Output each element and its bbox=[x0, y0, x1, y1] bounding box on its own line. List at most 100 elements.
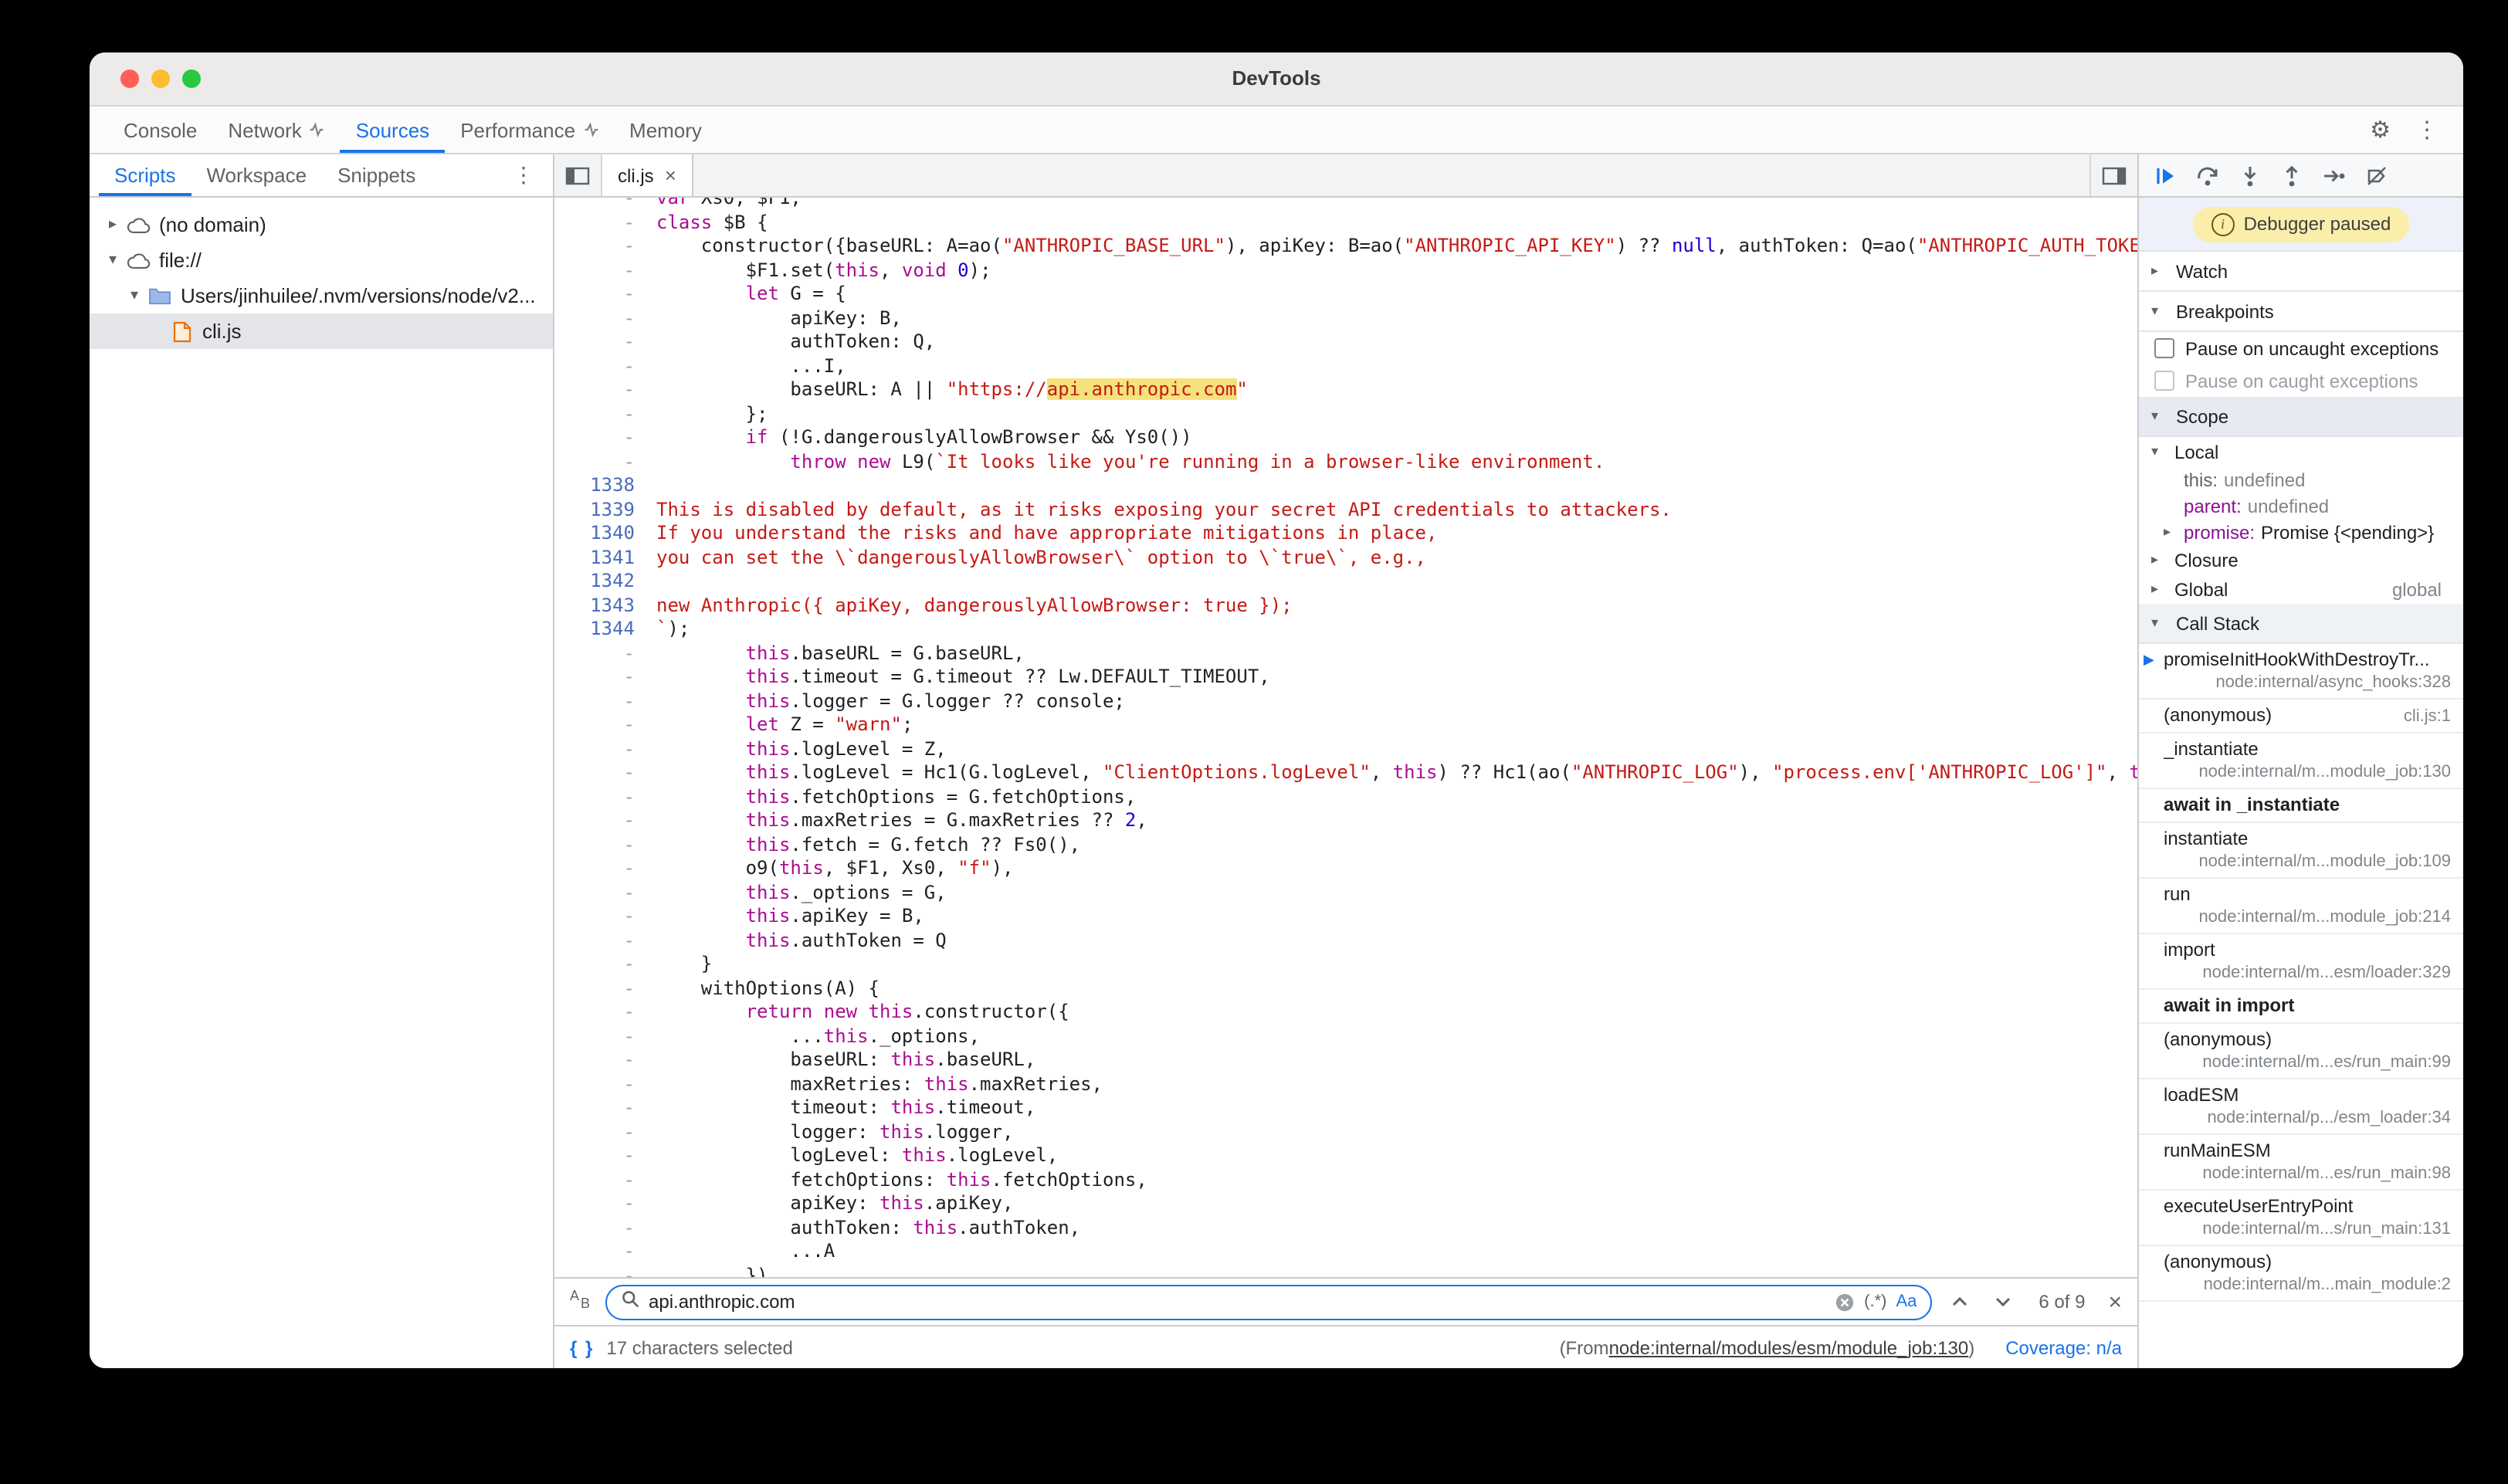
line-gutter[interactable]: - bbox=[554, 378, 656, 402]
navigator-tab-snippets[interactable]: Snippets bbox=[322, 154, 431, 196]
navigator-tab-scripts[interactable]: Scripts bbox=[99, 154, 191, 196]
code-line[interactable]: - this.apiKey = B, bbox=[554, 905, 2137, 929]
code-line[interactable]: 1338 bbox=[554, 474, 2137, 498]
code-line[interactable]: - return new this.constructor({ bbox=[554, 1001, 2137, 1025]
code-line[interactable]: - ...A bbox=[554, 1240, 2137, 1264]
line-gutter[interactable]: - bbox=[554, 354, 656, 378]
tree-item[interactable]: ▾Users/jinhuilee/.nvm/versions/node/v2..… bbox=[90, 278, 553, 313]
call-stack-frame[interactable]: executeUserEntryPointnode:internal/m...s… bbox=[2139, 1191, 2463, 1246]
line-gutter[interactable]: - bbox=[554, 1264, 656, 1277]
code-line[interactable]: - baseURL: this.baseURL, bbox=[554, 1049, 2137, 1072]
line-gutter[interactable]: - bbox=[554, 642, 656, 666]
code-line[interactable]: 1342 bbox=[554, 570, 2137, 594]
line-gutter[interactable]: 1343 bbox=[554, 594, 656, 618]
line-gutter[interactable]: 1341 bbox=[554, 546, 656, 570]
regex-toggle[interactable]: (.*) bbox=[1864, 1293, 1886, 1311]
line-gutter[interactable]: - bbox=[554, 953, 656, 977]
close-window-button[interactable] bbox=[120, 69, 139, 88]
settings-icon[interactable]: ⚙ bbox=[2370, 118, 2391, 141]
deactivate-breakpoints-button[interactable] bbox=[2366, 164, 2388, 186]
code-line[interactable]: 1341you can set the \`dangerouslyAllowBr… bbox=[554, 546, 2137, 570]
line-gutter[interactable]: - bbox=[554, 881, 656, 905]
line-gutter[interactable]: - bbox=[554, 426, 656, 450]
breakpoints-section-header[interactable]: ▾ Breakpoints bbox=[2139, 292, 2463, 332]
coverage-link[interactable]: Coverage: n/a bbox=[2005, 1337, 2122, 1358]
call-stack-frame[interactable]: await in import bbox=[2139, 990, 2463, 1024]
code-line[interactable]: - }; bbox=[554, 402, 2137, 426]
tree-item[interactable]: cli.js bbox=[90, 313, 553, 349]
code-line[interactable]: - let Z = "warn"; bbox=[554, 713, 2137, 737]
code-line[interactable]: 1344`); bbox=[554, 618, 2137, 642]
line-gutter[interactable]: - bbox=[554, 809, 656, 833]
more-options-icon[interactable]: ⋮ bbox=[2415, 118, 2439, 141]
line-gutter[interactable]: 1344 bbox=[554, 618, 656, 642]
search-input[interactable] bbox=[649, 1291, 1825, 1313]
line-gutter[interactable]: - bbox=[554, 1049, 656, 1072]
line-gutter[interactable]: - bbox=[554, 1025, 656, 1049]
code-line[interactable]: 1339This is disabled by default, as it r… bbox=[554, 498, 2137, 522]
line-gutter[interactable]: - bbox=[554, 1168, 656, 1192]
call-stack-frame[interactable]: importnode:internal/m...esm/loader:329 bbox=[2139, 934, 2463, 990]
tree-item[interactable]: ▾file:// bbox=[90, 242, 553, 278]
code-line[interactable]: 1343new Anthropic({ apiKey, dangerouslyA… bbox=[554, 594, 2137, 618]
line-gutter[interactable]: - bbox=[554, 1001, 656, 1025]
step-into-button[interactable] bbox=[2239, 164, 2261, 186]
code-line[interactable]: - baseURL: A || "https://api.anthropic.c… bbox=[554, 378, 2137, 402]
line-gutter[interactable]: - bbox=[554, 402, 656, 426]
code-line[interactable]: - } bbox=[554, 953, 2137, 977]
minimize-window-button[interactable] bbox=[151, 69, 170, 88]
scope-variable[interactable]: ▸promise:Promise {<pending>} bbox=[2139, 519, 2463, 545]
disclosure-arrow-icon[interactable]: ▸ bbox=[2164, 523, 2179, 540]
line-gutter[interactable]: - bbox=[554, 1096, 656, 1120]
line-gutter[interactable]: - bbox=[554, 761, 656, 785]
code-line[interactable]: - this.baseURL = G.baseURL, bbox=[554, 642, 2137, 666]
line-gutter[interactable]: 1342 bbox=[554, 570, 656, 594]
search-field[interactable]: (.*) Aa bbox=[605, 1284, 1932, 1320]
line-gutter[interactable]: - bbox=[554, 977, 656, 1001]
line-gutter[interactable]: 1338 bbox=[554, 474, 656, 498]
checkbox-icon[interactable] bbox=[2154, 338, 2174, 358]
tab-console[interactable]: Console bbox=[108, 107, 212, 153]
scope-group-global[interactable]: ▸Globalglobal bbox=[2139, 574, 2463, 604]
tree-item[interactable]: ▸(no domain) bbox=[90, 207, 553, 242]
pretty-print-icon[interactable]: { } bbox=[570, 1337, 594, 1358]
code-line[interactable]: - this._options = G, bbox=[554, 881, 2137, 905]
toggle-navigator-icon[interactable] bbox=[554, 154, 602, 196]
code-line[interactable]: - }) bbox=[554, 1264, 2137, 1277]
scope-group-closure[interactable]: ▸Closure bbox=[2139, 545, 2463, 574]
code-line[interactable]: - this.maxRetries = G.maxRetries ?? 2, bbox=[554, 809, 2137, 833]
code-line[interactable]: - this.logLevel = Z, bbox=[554, 737, 2137, 761]
breakpoint-option[interactable]: Pause on uncaught exceptions bbox=[2139, 332, 2463, 364]
scope-variable[interactable]: parent:undefined bbox=[2139, 493, 2463, 519]
call-stack-frame[interactable]: loadESMnode:internal/p.../esm_loader:34 bbox=[2139, 1079, 2463, 1135]
line-gutter[interactable]: - bbox=[554, 283, 656, 307]
code-line[interactable]: - authToken: this.authToken, bbox=[554, 1216, 2137, 1240]
navigator-more-icon[interactable]: ⋮ bbox=[513, 162, 553, 188]
editor-tab-clijs[interactable]: cli.js × bbox=[602, 154, 693, 196]
disclosure-arrow-icon[interactable]: ▾ bbox=[102, 252, 124, 269]
call-stack-frame[interactable]: runMainESMnode:internal/m...es/run_main:… bbox=[2139, 1135, 2463, 1191]
line-gutter[interactable]: - bbox=[554, 689, 656, 713]
toggle-debugger-icon[interactable] bbox=[2089, 154, 2137, 196]
scope-section-header[interactable]: ▾ Scope bbox=[2139, 397, 2463, 437]
code-line[interactable]: 1340If you understand the risks and have… bbox=[554, 522, 2137, 546]
resume-button[interactable] bbox=[2154, 164, 2176, 186]
call-stack-frame[interactable]: (anonymous)cli.js:1 bbox=[2139, 700, 2463, 734]
call-stack-frame[interactable]: instantiatenode:internal/m...module_job:… bbox=[2139, 823, 2463, 879]
code-line[interactable]: - this.logLevel = Hc1(G.logLevel, "Clien… bbox=[554, 761, 2137, 785]
navigator-tab-workspace[interactable]: Workspace bbox=[191, 154, 322, 196]
code-line[interactable]: -var Xs0, $F1, bbox=[554, 198, 2137, 211]
line-gutter[interactable]: - bbox=[554, 737, 656, 761]
source-mapped-link[interactable]: node:internal/modules/esm/module_job:130 bbox=[1609, 1337, 1969, 1358]
close-tab-icon[interactable]: × bbox=[665, 165, 676, 185]
line-gutter[interactable]: - bbox=[554, 666, 656, 689]
code-line[interactable]: - timeout: this.timeout, bbox=[554, 1096, 2137, 1120]
call-stack-section-header[interactable]: ▾ Call Stack bbox=[2139, 604, 2463, 644]
line-gutter[interactable]: 1340 bbox=[554, 522, 656, 546]
code-line[interactable]: - fetchOptions: this.fetchOptions, bbox=[554, 1168, 2137, 1192]
clear-search-icon[interactable] bbox=[1835, 1292, 1855, 1312]
line-gutter[interactable]: - bbox=[554, 929, 656, 953]
call-stack-frame[interactable]: await in _instantiate bbox=[2139, 789, 2463, 823]
line-gutter[interactable]: - bbox=[554, 857, 656, 881]
scope-group-local[interactable]: ▾Local bbox=[2139, 437, 2463, 466]
